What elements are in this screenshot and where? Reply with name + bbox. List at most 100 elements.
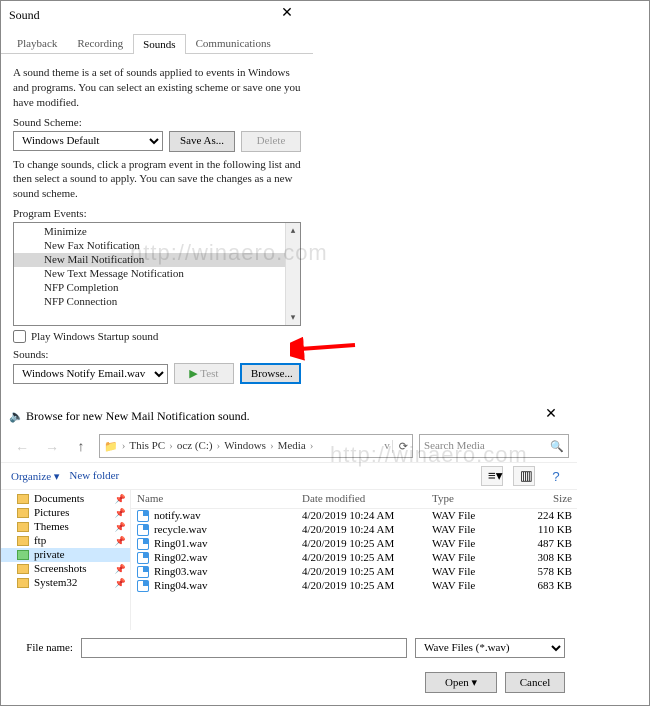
nav-forward-icon: → [39,434,63,458]
scheme-combo[interactable]: Windows Default [13,131,163,151]
breadcrumb[interactable]: 📁› This PC› ocz (C:)› Windows› Media› v … [99,434,413,458]
events-listbox[interactable]: Minimize New Fax Notification New Mail N… [13,222,301,326]
file-date: 4/20/2019 10:25 AM [302,552,432,564]
file-header[interactable]: Name Date modified Type Size [131,490,577,509]
file-size: 578 KB [512,566,572,578]
folder-icon [17,550,29,560]
nav-up-icon[interactable]: ↑ [69,434,93,458]
sounds-label: Sounds: [13,349,301,361]
navigation-pane[interactable]: Documents📌Pictures📌Themes📌ftp📌privateScr… [1,490,131,630]
file-name: Ring04.wav [154,580,207,592]
col-name[interactable]: Name [137,493,302,505]
file-row[interactable]: Ring03.wav 4/20/2019 10:25 AMWAV File578 … [131,565,577,579]
file-size: 224 KB [512,510,572,522]
file-date: 4/20/2019 10:24 AM [302,510,432,522]
search-icon[interactable]: 🔍 [550,440,564,453]
nav-item[interactable]: Themes📌 [1,520,130,534]
filetype-combo[interactable]: Wave Files (*.wav) [415,638,565,658]
scroll-down-icon[interactable]: ▾ [286,310,300,325]
startup-sound-input[interactable] [13,330,26,343]
browse-button[interactable]: Browse... [240,363,301,384]
tab-communications[interactable]: Communications [186,33,281,53]
tab-playback[interactable]: Playback [7,33,67,53]
events-label: Program Events: [13,208,301,220]
event-item[interactable]: New Fax Notification [14,239,300,253]
pin-icon: 📌 [115,508,126,519]
file-row[interactable]: Ring01.wav4/20/2019 10:25 AMWAV File487 … [131,537,577,551]
file-row[interactable]: recycle.wav4/20/2019 10:24 AMWAV File110… [131,523,577,537]
event-item-selected[interactable]: New Mail Notification [14,253,300,267]
col-type[interactable]: Type [432,493,512,505]
close-icon[interactable]: ✕ [269,5,305,25]
file-type: WAV File [432,538,512,550]
event-item[interactable]: NFP Completion [14,281,300,295]
refresh-icon[interactable]: ⟳ [392,440,408,453]
save-as-button[interactable]: Save As... [169,131,235,152]
file-type: WAV File [432,510,512,522]
event-item[interactable]: New Text Message Notification [14,267,300,281]
nav-item-label: private [34,549,65,561]
open-button[interactable]: Open ▾ [425,672,497,693]
wav-file-icon [137,524,149,536]
tab-recording[interactable]: Recording [67,33,133,53]
test-button: ▶ Test [174,363,234,384]
pin-icon: 📌 [115,564,126,575]
file-name: recycle.wav [154,524,207,536]
nav-item[interactable]: ftp 📌 [1,534,130,548]
col-size[interactable]: Size [512,493,572,505]
startup-sound-checkbox[interactable]: Play Windows Startup sound [13,330,301,343]
breadcrumb-dropdown-icon[interactable]: v [384,440,390,452]
view-details-icon[interactable]: ≡▾ [481,466,503,486]
file-row[interactable]: notify.wav4/20/2019 10:24 AMWAV File224 … [131,509,577,523]
filename-field[interactable] [81,638,407,658]
sound-file-combo[interactable]: Windows Notify Email.wav [13,364,168,384]
wav-file-icon [137,510,149,522]
file-row[interactable]: Ring04.wav4/20/2019 10:25 AMWAV File683 … [131,579,577,593]
nav-item[interactable]: Screenshots📌 [1,562,130,576]
sound-titlebar[interactable]: Sound ✕ [1,1,313,29]
event-item[interactable]: NFP Connection [14,295,300,309]
delete-button: Delete [241,131,301,152]
folder-icon [17,494,29,504]
nav-item-label: Documents [34,493,84,505]
file-name: Ring03.wav [154,566,207,578]
nav-item[interactable]: Documents📌 [1,492,130,506]
new-folder-button[interactable]: New folder [69,470,119,482]
breadcrumb-item[interactable]: Windows [224,440,266,452]
nav-item[interactable]: private [1,548,130,562]
col-date[interactable]: Date modified [302,493,432,505]
file-size: 487 KB [512,538,572,550]
browse-titlebar[interactable]: 🔈 Browse for new New Mail Notification s… [1,402,577,430]
organize-menu[interactable]: Organize ▾ [11,470,59,483]
cancel-button[interactable]: Cancel [505,672,565,693]
change-hint: To change sounds, click a program event … [13,158,301,203]
file-row[interactable]: Ring02.wav4/20/2019 10:25 AMWAV File308 … [131,551,577,565]
sound-intro: A sound theme is a set of sounds applied… [13,66,301,111]
nav-item-label: ftp [34,535,46,547]
event-item[interactable]: Minimize [14,225,300,239]
events-scrollbar[interactable]: ▴ ▾ [285,223,300,325]
scroll-up-icon[interactable]: ▴ [286,223,300,238]
close-icon[interactable]: ✕ [533,406,569,426]
folder-icon [17,508,29,518]
breadcrumb-item[interactable]: Media [278,440,306,452]
breadcrumb-item[interactable]: ocz (C:) [177,440,213,452]
nav-item[interactable]: System32📌 [1,576,130,590]
file-date: 4/20/2019 10:25 AM [302,566,432,578]
folder-icon [17,564,29,574]
wav-file-icon [137,552,149,564]
help-icon[interactable]: ? [545,466,567,486]
view-preview-icon[interactable]: ▥ [513,466,535,486]
search-input[interactable]: Search Media 🔍 [419,434,569,458]
wav-file-icon [137,566,149,578]
file-name: Ring02.wav [154,552,207,564]
file-list[interactable]: Name Date modified Type Size notify.wav4… [131,490,577,630]
nav-item[interactable]: Pictures📌 [1,506,130,520]
file-date: 4/20/2019 10:25 AM [302,538,432,550]
folder-icon: 📁 [104,440,118,453]
tab-sounds[interactable]: Sounds [133,34,185,54]
breadcrumb-item[interactable]: This PC [129,440,165,452]
sound-dialog: Sound ✕ Playback Recording Sounds Commun… [1,1,313,402]
pin-icon: 📌 [115,536,126,547]
file-type: WAV File [432,566,512,578]
